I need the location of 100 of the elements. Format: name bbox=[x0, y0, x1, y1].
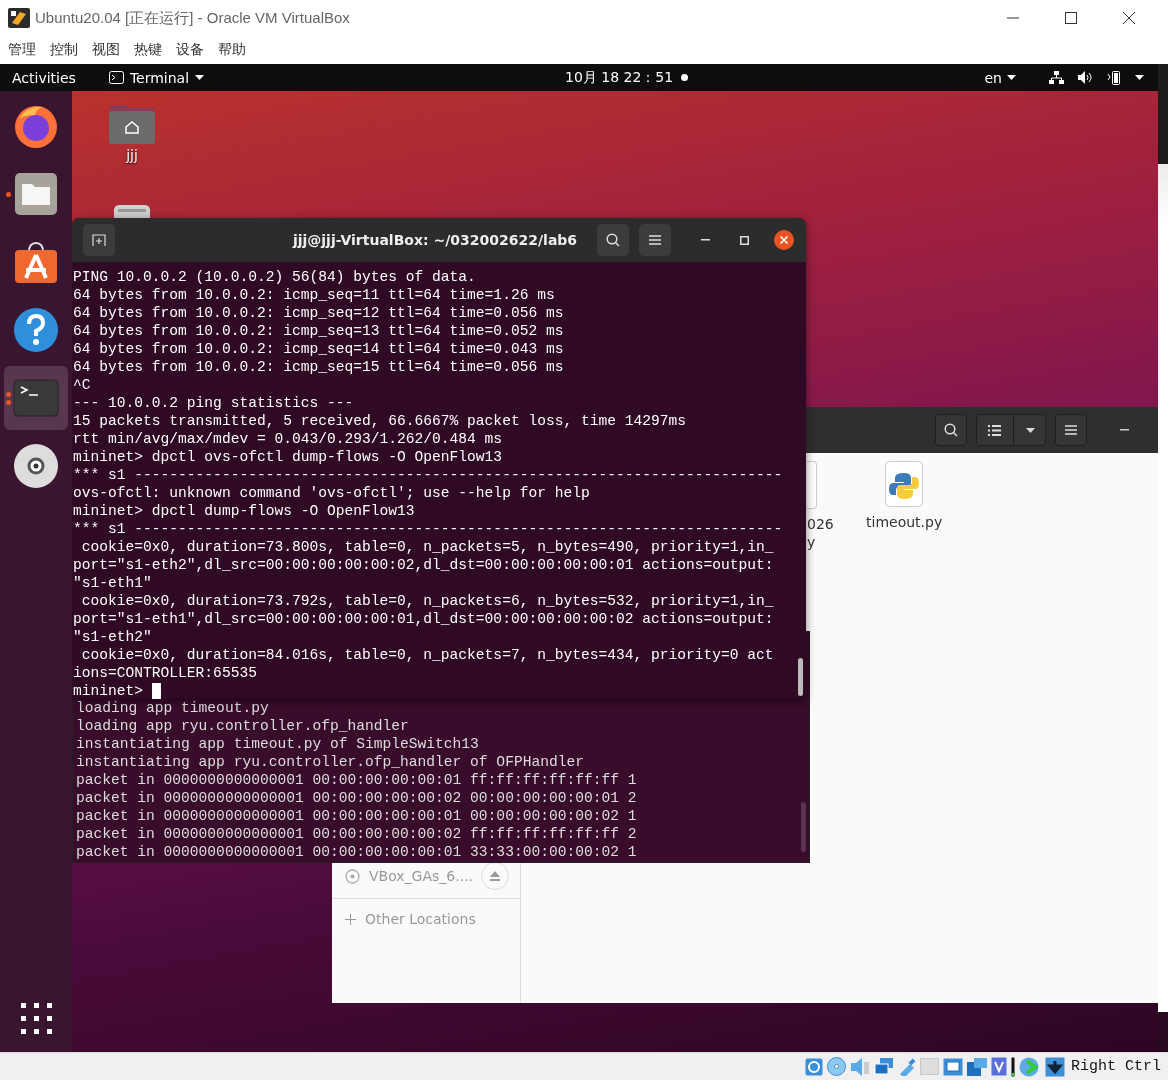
menu-icon bbox=[649, 235, 661, 245]
network-icon[interactable] bbox=[1049, 71, 1064, 84]
terminal-line: port="s1-eth2",dl_src=00:00:00:00:00:02,dl_dst=00:00:00:00:00:01 actions=output: bbox=[73, 556, 775, 574]
search-button[interactable] bbox=[597, 224, 629, 256]
volume-icon[interactable] bbox=[1078, 71, 1093, 84]
terminal-line: rtt min/avg/max/mdev = 0.043/0.293/1.262/0.484 ms bbox=[73, 430, 504, 448]
terminal-line: 64 bytes from 10.0.0.2: icmp_seq=14 ttl=64 time=0.043 ms bbox=[73, 340, 565, 358]
terminal-line: packet in 0000000000000001 00:00:00:00:00:02 ff:ff:ff:ff:ff:ff 2 bbox=[76, 825, 637, 843]
menu-item[interactable]: 热键 bbox=[134, 41, 162, 59]
activity-icon bbox=[1011, 1056, 1015, 1077]
drive-icon[interactable] bbox=[114, 205, 150, 219]
menu-item[interactable]: 视图 bbox=[92, 41, 120, 59]
eject-icon bbox=[490, 871, 501, 881]
terminal-line: loading app ryu.controller.ofp_handler bbox=[76, 717, 410, 735]
activities-button[interactable]: Activities bbox=[12, 69, 76, 86]
terminal-line: instantiating app timeout.py of SimpleSwitch13 bbox=[76, 735, 480, 753]
terminal-icon bbox=[13, 379, 59, 417]
terminal-line: mininet> dpctl ovs-ofctl dump-flows -O OpenFlow13 bbox=[73, 448, 504, 466]
terminal-line: 64 bytes from 10.0.0.2: icmp_seq=12 ttl=64 time=0.056 ms bbox=[73, 304, 565, 322]
menu-item[interactable]: 管理 bbox=[8, 41, 36, 59]
scrollbar[interactable] bbox=[801, 802, 806, 852]
file-icon bbox=[807, 461, 817, 509]
capture-icon[interactable] bbox=[967, 1057, 987, 1076]
browser-icon bbox=[13, 103, 59, 149]
disc-icon bbox=[345, 868, 360, 884]
terminal-line: 15 packets transmitted, 5 received, 66.6667% packet loss, time 14297ms bbox=[73, 412, 688, 430]
minimize-icon[interactable] bbox=[701, 239, 710, 241]
file-item[interactable]: 026 y bbox=[807, 461, 834, 551]
terminal-line: PING 10.0.0.2 (10.0.0.2) 56(84) bytes of data. bbox=[73, 268, 477, 286]
close-icon[interactable] bbox=[1123, 12, 1135, 24]
search-icon bbox=[606, 233, 620, 247]
help-icon bbox=[13, 307, 59, 353]
menu-item[interactable]: 帮助 bbox=[218, 41, 246, 59]
file-name: 026 bbox=[807, 515, 834, 533]
menu-icon bbox=[1065, 425, 1077, 435]
terminal-line: 64 bytes from 10.0.0.2: icmp_seq=13 ttl=64 time=0.052 ms bbox=[73, 322, 565, 340]
menu-item[interactable]: 设备 bbox=[176, 41, 204, 59]
text-cursor bbox=[151, 683, 161, 699]
terminal-line: cookie=0x0, duration=84.016s, table=0, n_packets=7, n_bytes=434, priority=0 act bbox=[80, 646, 775, 664]
down-arrow-icon[interactable] bbox=[1045, 1056, 1065, 1077]
host-key-label: Right Ctrl bbox=[1071, 1058, 1161, 1075]
clock[interactable]: 10月 18 22：51 bbox=[565, 68, 674, 87]
minimize-icon[interactable] bbox=[1120, 429, 1129, 431]
menu-button[interactable] bbox=[639, 224, 671, 256]
hard-disk-icon[interactable] bbox=[805, 1057, 823, 1076]
terminal-line: "s1-eth2" bbox=[73, 628, 153, 646]
window-title: jjj@jjj-VirtualBox: ~/032002622/lab6 bbox=[291, 232, 579, 248]
python-file-icon bbox=[885, 461, 924, 507]
list-icon bbox=[987, 424, 1001, 436]
plus-icon bbox=[345, 913, 356, 925]
terminal-line: port="s1-eth1",dl_src=00:00:00:00:00:01,dl_dst=00:00:00:00:00:02 actions=output: bbox=[73, 610, 775, 628]
disc-icon bbox=[13, 443, 59, 489]
terminal-line: 64 bytes from 10.0.0.2: icmp_seq=11 ttl=64 time=1.26 ms bbox=[73, 286, 556, 304]
view-toggle-button[interactable] bbox=[976, 414, 1046, 446]
file-item[interactable]: timeout.py bbox=[866, 461, 943, 531]
terminal-line: loading app timeout.py bbox=[76, 699, 270, 717]
terminal-line: ^C bbox=[73, 376, 92, 394]
optical-disc-icon[interactable] bbox=[827, 1057, 846, 1076]
terminal-line: packet in 0000000000000001 00:00:00:00:00:02 00:00:00:00:00:01 2 bbox=[76, 789, 637, 807]
caret-icon[interactable] bbox=[1135, 75, 1144, 80]
app-icon bbox=[8, 8, 30, 28]
terminal-line: *** s1 -------------------------------------------------------------------------- bbox=[73, 466, 784, 484]
new-tab-icon bbox=[92, 234, 106, 246]
caret-icon bbox=[1007, 75, 1016, 80]
terminal-line: mininet> dpctl dump-flows -O OpenFlow13 bbox=[73, 502, 416, 520]
desktop-icon[interactable]: jjj bbox=[106, 101, 158, 163]
app-grid-icon[interactable] bbox=[20, 1003, 52, 1034]
menu-item[interactable]: 控制 bbox=[50, 41, 78, 59]
notification-dot-icon bbox=[681, 74, 688, 81]
terminal-line: ions=CONTROLLER:65535 bbox=[73, 664, 258, 682]
display-icon[interactable] bbox=[943, 1057, 963, 1076]
icon-label: jjj bbox=[126, 147, 138, 163]
search-button[interactable] bbox=[935, 414, 967, 446]
shopping-bag-icon bbox=[14, 240, 58, 284]
terminal-line: "s1-eth1" bbox=[73, 574, 153, 592]
close-icon[interactable] bbox=[774, 230, 794, 250]
folder-icon bbox=[14, 172, 58, 216]
terminal-line: --- 10.0.0.2 ping statistics --- bbox=[73, 394, 355, 412]
eject-button[interactable] bbox=[481, 862, 510, 890]
maximize-icon[interactable] bbox=[1065, 12, 1077, 24]
menu-button[interactable] bbox=[1055, 414, 1087, 446]
terminal-icon bbox=[108, 71, 124, 84]
app-menu[interactable]: Terminal bbox=[108, 69, 205, 86]
terminal-line: *** s1 -------------------------------------------------------------------------- bbox=[73, 520, 784, 538]
terminal-line: packet in 0000000000000001 00:00:00:00:00:01 ff:ff:ff:ff:ff:ff 1 bbox=[76, 771, 637, 789]
terminal-line: packet in 0000000000000001 00:00:00:00:00:01 33:33:00:00:00:02 1 bbox=[76, 843, 637, 861]
caret-icon bbox=[195, 75, 205, 80]
terminal-line: 64 bytes from 10.0.0.2: icmp_seq=15 ttl=64 time=0.056 ms bbox=[73, 358, 565, 376]
window-title: Ubuntu20.04 [正在运行] - Oracle VM VirtualBox bbox=[35, 8, 350, 28]
usb-icon[interactable] bbox=[898, 1057, 916, 1076]
search-icon bbox=[944, 423, 958, 437]
terminal-line: ovs-ofctl: unknown command 'ovs-ofctl'; use --help for help bbox=[73, 484, 591, 502]
terminal-prompt: mininet> bbox=[73, 682, 145, 700]
terminal-line: cookie=0x0, duration=73.800s, table=0, n_packets=5, n_bytes=490, priority=1,in_ bbox=[80, 538, 775, 556]
battery-icon[interactable] bbox=[1107, 70, 1121, 85]
terminal-line: packet in 0000000000000001 00:00:00:00:00:01 00:00:00:00:00:02 1 bbox=[76, 807, 637, 825]
scrollbar[interactable] bbox=[798, 658, 803, 696]
language-menu[interactable]: en bbox=[984, 69, 1016, 86]
new-tab-button[interactable] bbox=[83, 224, 115, 256]
caret-icon bbox=[1025, 427, 1035, 433]
